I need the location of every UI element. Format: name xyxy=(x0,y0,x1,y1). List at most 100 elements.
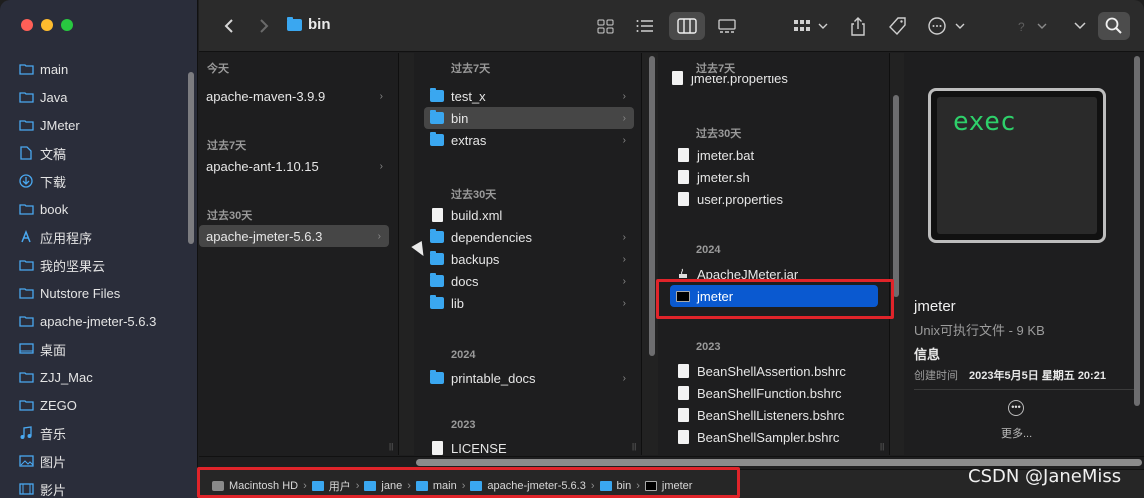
sidebar-item-book[interactable]: book xyxy=(0,195,198,223)
sidebar-item-label: apache-jmeter-5.6.3 xyxy=(40,313,157,329)
list-item[interactable]: jmeter.sh xyxy=(670,166,880,188)
list-item[interactable]: BeanShellListeners.bshrc xyxy=(670,404,880,426)
list-view-button[interactable] xyxy=(633,14,657,38)
crumb-users[interactable]: 用户 › xyxy=(311,478,365,494)
list-item[interactable]: extras › xyxy=(424,129,634,151)
column-1: 今天 apache-maven-3.9.9 › 过去7天 apache-ant-1… xyxy=(199,53,399,455)
sidebar-item-applications[interactable]: 应用程序 xyxy=(0,223,198,251)
horizontal-scrollbar[interactable] xyxy=(416,459,1142,466)
folder-icon xyxy=(430,295,444,310)
column-view-button[interactable] xyxy=(669,12,705,40)
list-item-selected[interactable]: bin › xyxy=(424,107,634,129)
column-resize-handle[interactable]: || xyxy=(632,442,636,451)
list-view-icon xyxy=(636,20,653,32)
crumb-bin[interactable]: bin › xyxy=(599,480,645,492)
breadcrumb: Macintosh HD › 用户 › jane › main › apache-jme… xyxy=(212,478,692,494)
search-icon xyxy=(1105,17,1122,34)
more-actions-button[interactable] xyxy=(927,14,967,38)
list-item[interactable]: jmeter.bat xyxy=(670,144,880,166)
tag-button[interactable] xyxy=(887,14,909,38)
sidebar-item-main[interactable]: main xyxy=(0,55,198,83)
list-item[interactable]: backups › xyxy=(424,248,634,270)
list-item[interactable]: apache-ant-1.10.15 › xyxy=(199,155,391,177)
crumb-macintosh-hd[interactable]: Macintosh HD › xyxy=(212,480,312,492)
column-2: 过去7天 test_x › bin › extras › 过去30天 build.xm… xyxy=(414,53,642,455)
gallery-view-button[interactable] xyxy=(715,14,739,38)
list-item[interactable]: user.properties xyxy=(670,188,880,210)
sidebar-item-desktop[interactable]: 桌面 xyxy=(0,335,198,363)
search-button[interactable] xyxy=(1098,12,1130,40)
crumb-apache-jmeter[interactable]: apache-jmeter-5.6.3 › xyxy=(470,480,599,492)
home-folder-icon xyxy=(364,481,377,491)
minimize-window-button[interactable] xyxy=(41,19,53,31)
zoom-window-button[interactable] xyxy=(61,19,73,31)
sidebar-item-java[interactable]: Java xyxy=(0,83,198,111)
column-resize-handle[interactable]: || xyxy=(389,442,393,451)
folder-icon xyxy=(599,481,612,491)
more-icon[interactable]: ••• xyxy=(1008,400,1024,416)
sidebar-scrollbar[interactable] xyxy=(188,72,194,244)
sidebar-item-zjj-mac[interactable]: ZJJ_Mac xyxy=(0,363,198,391)
list-item[interactable]: printable_docs › xyxy=(424,367,634,389)
list-item[interactable]: ApacheJMeter.jar xyxy=(670,263,880,285)
list-item[interactable]: dependencies › xyxy=(424,226,634,248)
crumb-jmeter[interactable]: jmeter xyxy=(644,480,692,492)
created-label: 创建时间 xyxy=(914,370,958,382)
preview-scrollbar[interactable] xyxy=(1134,56,1140,406)
sidebar-item-movies[interactable]: 影片 xyxy=(0,475,198,498)
list-item-selected[interactable]: jmeter xyxy=(670,285,878,307)
sidebar-item-label: 图片 xyxy=(40,454,67,470)
group-header: 过去30天 xyxy=(451,189,497,201)
crumb-main[interactable]: main › xyxy=(415,480,471,492)
folder-icon xyxy=(18,258,34,272)
list-item[interactable]: BeanShellAssertion.bshrc xyxy=(670,360,880,382)
sidebar-item-pictures[interactable]: 图片 xyxy=(0,447,198,475)
column-resize-handle[interactable]: || xyxy=(880,442,884,451)
folder-icon xyxy=(18,286,34,300)
gallery-view-icon xyxy=(718,18,736,33)
sidebar-item-documents[interactable]: 文稿 xyxy=(0,139,198,167)
list-item[interactable]: docs › xyxy=(424,270,634,292)
group-icon xyxy=(794,20,828,31)
sidebar-item-apache-jmeter[interactable]: apache-jmeter-5.6.3 xyxy=(0,307,198,335)
share-button[interactable] xyxy=(847,14,869,38)
chevron-right-icon: › xyxy=(622,231,626,243)
sidebar-item-zego[interactable]: ZEGO xyxy=(0,391,198,419)
sidebar-item-label: 我的坚果云 xyxy=(40,258,106,274)
item-label: apache-maven-3.9.9 xyxy=(206,88,326,104)
document-icon xyxy=(670,71,684,85)
photo-icon xyxy=(18,454,34,468)
apps-icon xyxy=(18,230,34,244)
list-item[interactable]: build.xml xyxy=(424,204,634,226)
item-label: BeanShellAssertion.bshrc xyxy=(697,363,846,379)
icon-view-button[interactable] xyxy=(593,14,617,38)
forward-button[interactable] xyxy=(254,14,274,38)
list-item[interactable]: BeanShellFunction.bshrc xyxy=(670,382,880,404)
list-item[interactable]: BeanShellSampler.bshrc xyxy=(670,426,880,448)
group-button[interactable] xyxy=(791,14,831,38)
list-item[interactable]: test_x › xyxy=(424,85,634,107)
chevron-right-icon: › xyxy=(622,275,626,287)
back-button[interactable] xyxy=(219,14,239,38)
sidebar-item-nutstore-cn[interactable]: 我的坚果云 xyxy=(0,251,198,279)
help-button[interactable]: ? xyxy=(1015,14,1049,38)
sidebar-item-music[interactable]: 音乐 xyxy=(0,419,198,447)
crumb-jane[interactable]: jane › xyxy=(364,480,415,492)
close-window-button[interactable] xyxy=(21,19,33,31)
list-item[interactable]: apache-maven-3.9.9 › xyxy=(199,85,391,107)
sidebar-item-nutstore-files[interactable]: Nutstore Files xyxy=(0,279,198,307)
folder-icon xyxy=(430,88,444,103)
finder-window: main Java JMeter 文稿 下载 book 应用程序 我的坚果云 N… xyxy=(0,0,1144,498)
folder-icon xyxy=(470,481,483,491)
sidebar-item-jmeter[interactable]: JMeter xyxy=(0,111,198,139)
toolbar-overflow-button[interactable] xyxy=(1071,14,1089,38)
list-item[interactable]: LICENSE xyxy=(424,437,634,455)
list-item[interactable]: lib › xyxy=(424,292,634,314)
list-item-selected[interactable]: apache-jmeter-5.6.3 › xyxy=(199,225,389,247)
column-3-scrollbar[interactable] xyxy=(893,95,899,297)
item-label: build.xml xyxy=(451,207,503,223)
sidebar-item-downloads[interactable]: 下载 xyxy=(0,167,198,195)
folder-icon xyxy=(18,90,34,104)
column-2-scrollbar[interactable] xyxy=(649,56,655,356)
more-button[interactable]: 更多... xyxy=(1001,425,1032,441)
